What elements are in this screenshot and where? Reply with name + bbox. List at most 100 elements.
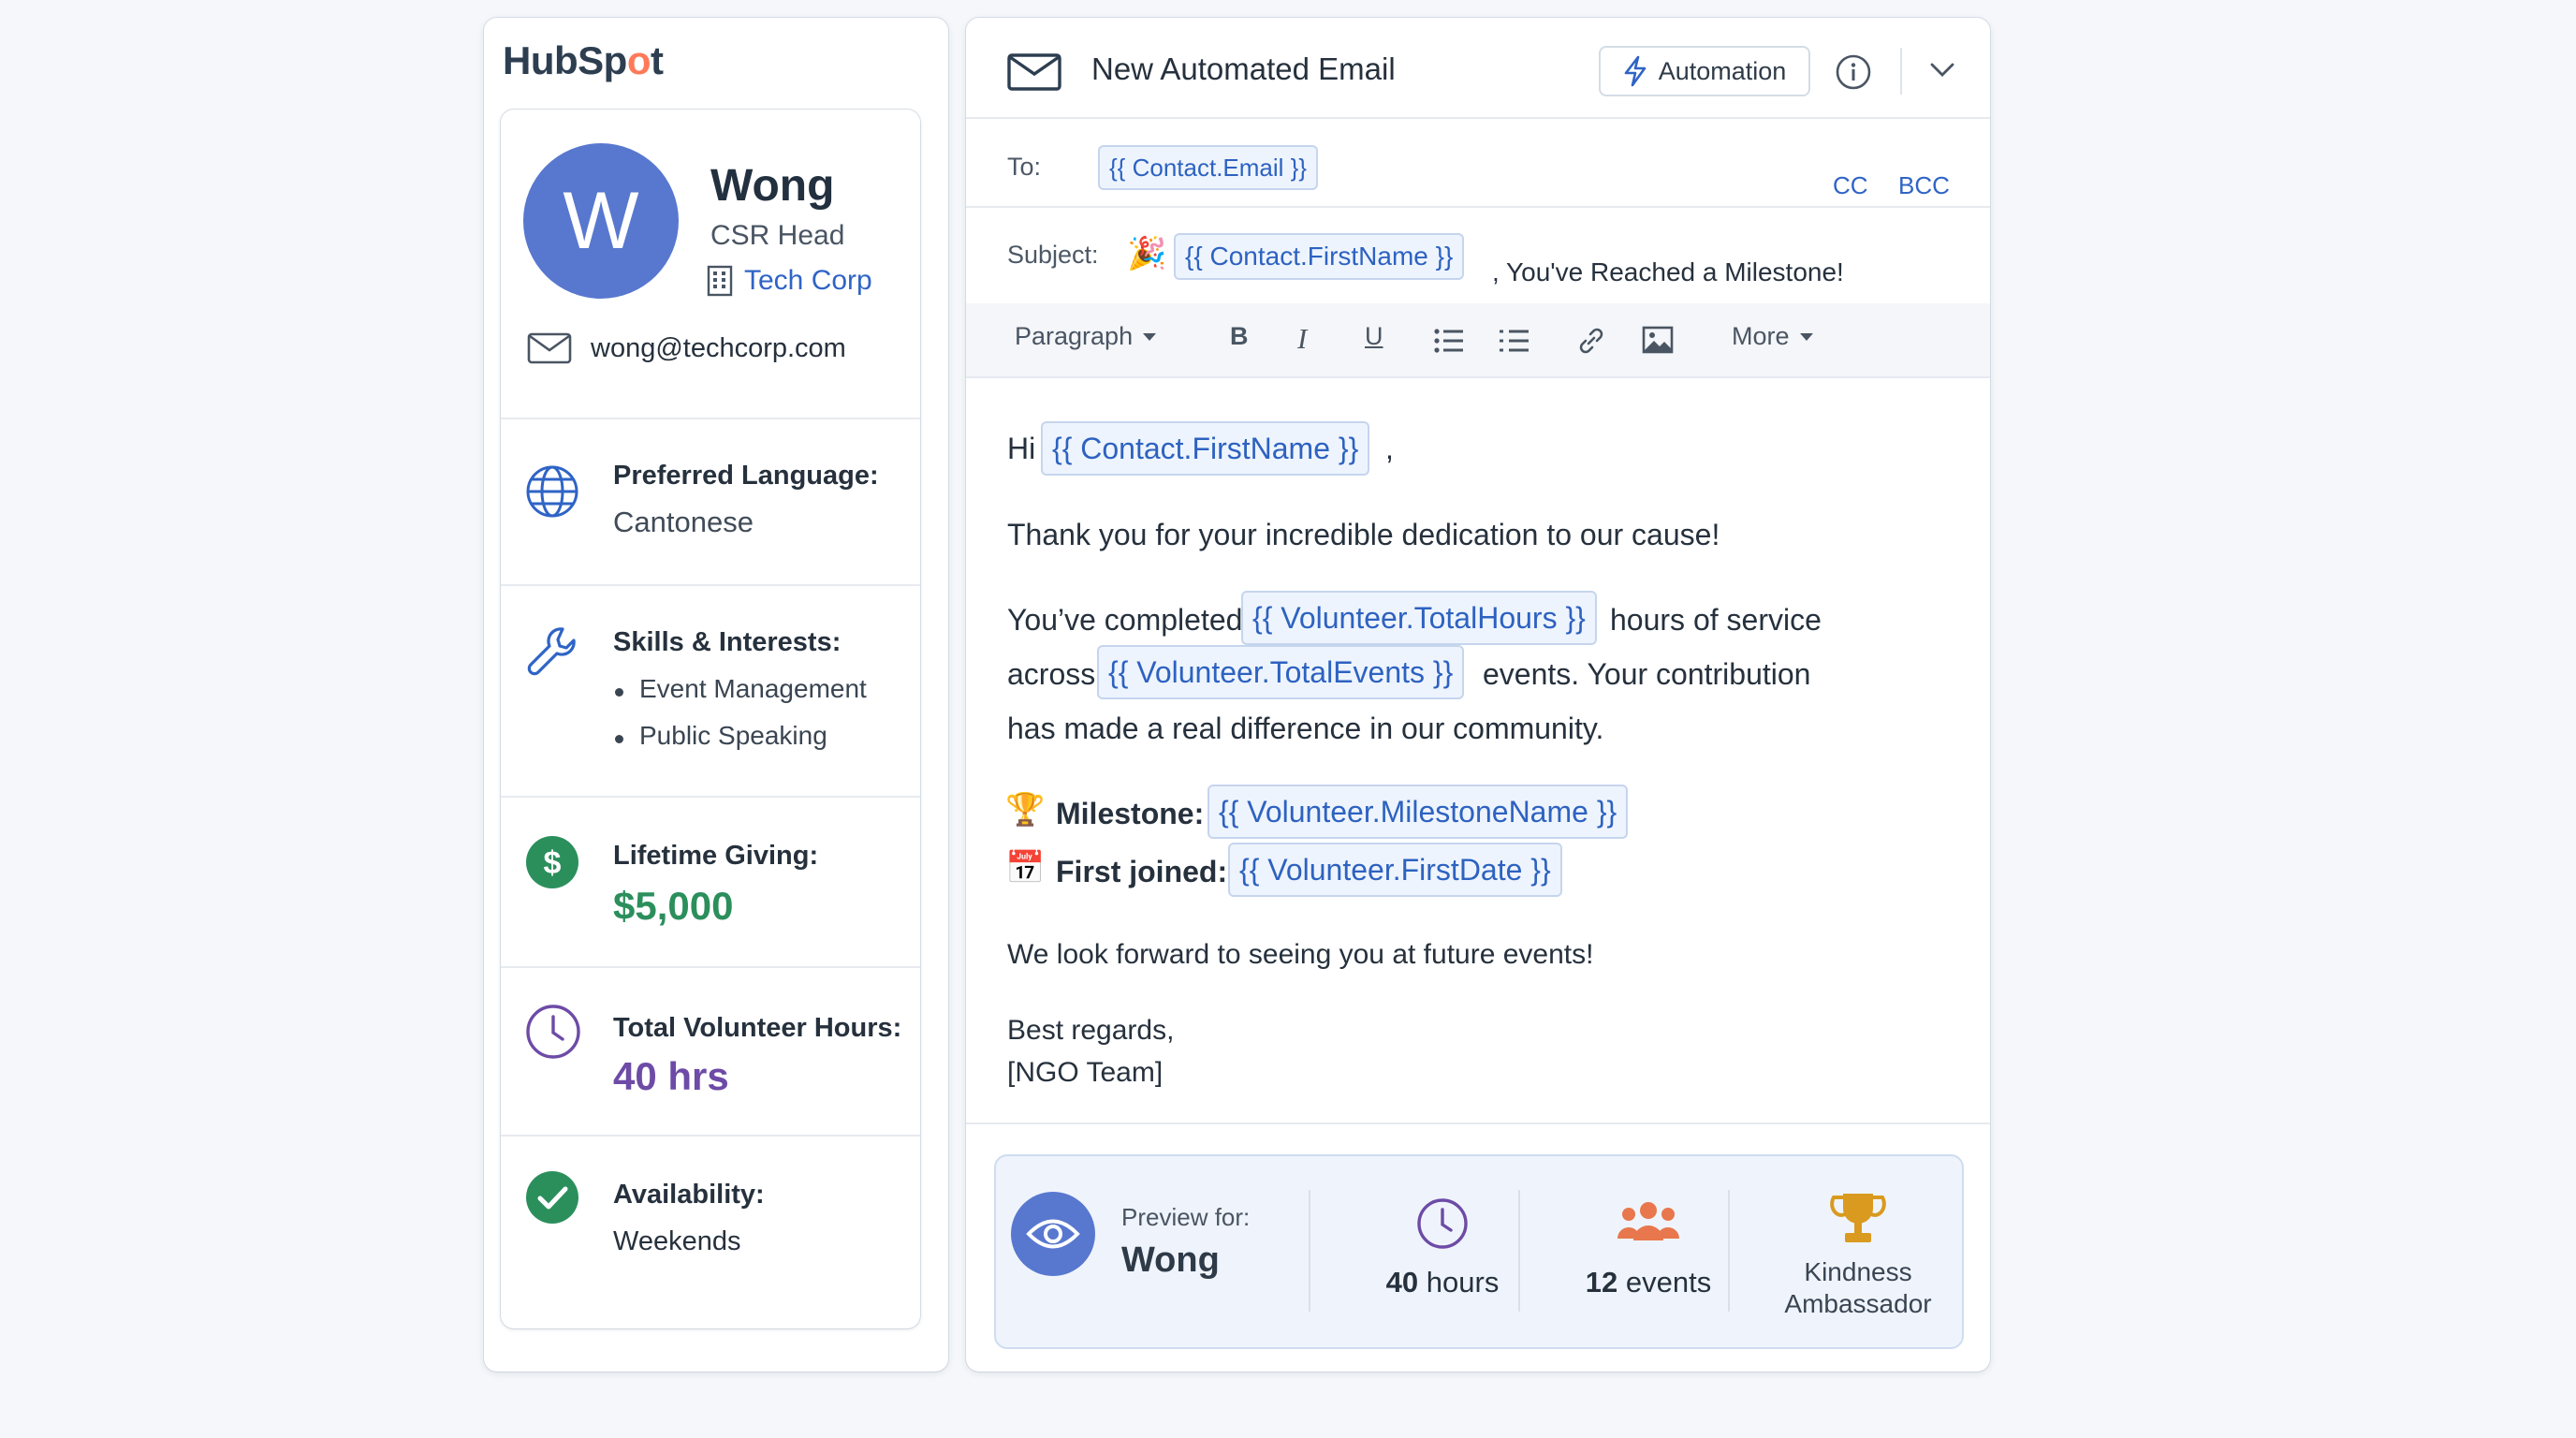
- divider: [966, 117, 1990, 119]
- company-name: Tech Corp: [744, 265, 872, 296]
- italic-button[interactable]: I: [1297, 322, 1307, 356]
- availability-section: Availability: Weekends: [501, 1135, 920, 1328]
- hours-label: Total Volunteer Hours:: [613, 1013, 902, 1043]
- total-events-token[interactable]: {{ Volunteer.TotalEvents }}: [1097, 645, 1465, 699]
- hours-section: Total Volunteer Hours: 40 hrs: [501, 966, 920, 1137]
- dollar-icon: $: [526, 836, 578, 888]
- signature-text: [NGO Team]: [1007, 1057, 1164, 1088]
- skills-list: Event Management Public Speaking: [613, 674, 867, 768]
- paragraph-dropdown[interactable]: Paragraph: [1015, 322, 1157, 351]
- contact-email-row[interactable]: wong@techcorp.com: [527, 332, 846, 364]
- hours-value: 40 hrs: [613, 1054, 729, 1098]
- trophy-icon: [1830, 1194, 1886, 1242]
- chevron-down-icon[interactable]: [1930, 63, 1954, 78]
- image-icon[interactable]: [1642, 326, 1674, 354]
- subject-text[interactable]: , You've Reached a Milestone!: [1492, 257, 1844, 287]
- calendar-icon: 📅: [1005, 850, 1046, 886]
- globe-icon: [526, 465, 578, 518]
- contact-card: W Wong CSR Head Tech Corp wong@techcorp.…: [501, 110, 920, 1328]
- first-date-token[interactable]: {{ Volunteer.FirstDate }}: [1228, 843, 1562, 897]
- envelope-icon: [527, 332, 572, 364]
- email-editor-panel: New Automated Email Automation To: {{ Co…: [966, 18, 1990, 1372]
- people-icon: [1617, 1202, 1679, 1240]
- subject-label: Subject:: [1007, 241, 1099, 269]
- language-label: Preferred Language:: [613, 461, 879, 491]
- bold-button[interactable]: B: [1230, 322, 1249, 351]
- skills-label: Skills & Interests:: [613, 627, 842, 657]
- language-section: Preferred Language: Cantonese: [501, 418, 920, 586]
- divider: [966, 206, 1990, 208]
- contact-panel: HubSpot W Wong CSR Head Tech Corp wong@t…: [484, 18, 948, 1372]
- events-text: events. Your contribution: [1483, 657, 1811, 691]
- eye-icon: [1011, 1192, 1095, 1276]
- caret-down-icon: [1143, 332, 1157, 341]
- divider: [966, 376, 1990, 378]
- milestone-token[interactable]: {{ Volunteer.MilestoneName }}: [1208, 785, 1629, 839]
- preview-name: Wong: [1121, 1240, 1220, 1280]
- greeting: Hi: [1007, 432, 1036, 465]
- avatar: W: [523, 143, 679, 299]
- divider: [1728, 1190, 1730, 1312]
- underline-button[interactable]: U: [1365, 322, 1383, 351]
- preview-hours-stat: 40 hours: [1344, 1197, 1541, 1299]
- preview-label: Preview for:: [1121, 1203, 1251, 1231]
- preview-milestone-stat: Kindness Ambassador: [1760, 1190, 1956, 1320]
- language-value: Cantonese: [613, 506, 754, 538]
- check-circle-icon: [526, 1171, 578, 1224]
- greeting-comma: ,: [1385, 432, 1394, 465]
- bullet-list-icon[interactable]: [1434, 328, 1464, 354]
- lightning-icon: [1624, 55, 1647, 87]
- giving-value: $5,000: [613, 884, 734, 928]
- skills-section: Skills & Interests: Event Management Pub…: [501, 584, 920, 798]
- availability-label: Availability:: [613, 1180, 765, 1210]
- list-item: Event Management: [613, 674, 867, 721]
- first-joined-label: First joined:: [1056, 855, 1228, 888]
- across-text: across: [1007, 657, 1096, 691]
- caret-down-icon: [1799, 332, 1813, 341]
- numbered-list-icon[interactable]: [1500, 328, 1530, 354]
- divider: [1518, 1190, 1520, 1312]
- more-dropdown[interactable]: More: [1732, 322, 1814, 351]
- difference-text: has made a real difference in our commun…: [1007, 712, 1604, 745]
- subject-token[interactable]: {{ Contact.FirstName }}: [1174, 233, 1465, 280]
- automation-label: Automation: [1658, 56, 1787, 85]
- contact-name: Wong: [710, 161, 835, 211]
- divider: [966, 1123, 1990, 1124]
- preview-card: Preview for: Wong 40 hours 12 events Kin…: [994, 1154, 1964, 1349]
- divider: [1309, 1190, 1310, 1312]
- to-token[interactable]: {{ Contact.Email }}: [1098, 145, 1319, 190]
- completed-text: You’ve completed: [1007, 603, 1243, 637]
- svg-text:$: $: [544, 845, 562, 881]
- info-icon[interactable]: [1835, 53, 1872, 91]
- clock-icon: [526, 1005, 580, 1059]
- firstname-token[interactable]: {{ Contact.FirstName }}: [1041, 421, 1370, 476]
- clock-icon: [1417, 1198, 1468, 1249]
- giving-label: Lifetime Giving:: [613, 841, 819, 871]
- total-hours-token[interactable]: {{ Volunteer.TotalHours }}: [1241, 591, 1597, 645]
- email-title: New Automated Email: [1091, 51, 1396, 86]
- hubspot-logo: HubSpot: [503, 38, 664, 82]
- availability-value: Weekends: [613, 1226, 741, 1256]
- to-label: To:: [1007, 153, 1042, 181]
- preview-events-stat: 12 events: [1550, 1197, 1747, 1299]
- look-forward-text: We look forward to seeing you at future …: [1007, 939, 1594, 970]
- contact-email: wong@techcorp.com: [591, 332, 846, 363]
- party-popper-icon: 🎉: [1127, 236, 1167, 271]
- formatting-toolbar: Paragraph B I U More: [966, 303, 1990, 376]
- regards-text: Best regards,: [1007, 1015, 1175, 1046]
- link-icon[interactable]: [1576, 326, 1606, 356]
- cc-button[interactable]: CC: [1833, 171, 1868, 200]
- hours-of-service-text: hours of service: [1610, 603, 1822, 637]
- trophy-icon: 🏆: [1005, 792, 1046, 828]
- mail-icon: [1007, 53, 1061, 91]
- wrench-icon: [527, 627, 576, 676]
- bcc-button[interactable]: BCC: [1898, 171, 1950, 200]
- automation-button[interactable]: Automation: [1599, 46, 1810, 96]
- header-separator: [1900, 48, 1902, 95]
- giving-section: $ Lifetime Giving: $5,000: [501, 796, 920, 968]
- building-icon: [707, 265, 733, 297]
- company-link[interactable]: Tech Corp: [707, 265, 872, 297]
- contact-role: CSR Head: [710, 220, 845, 251]
- list-item: Public Speaking: [613, 721, 867, 768]
- milestone-label: Milestone:: [1056, 797, 1205, 830]
